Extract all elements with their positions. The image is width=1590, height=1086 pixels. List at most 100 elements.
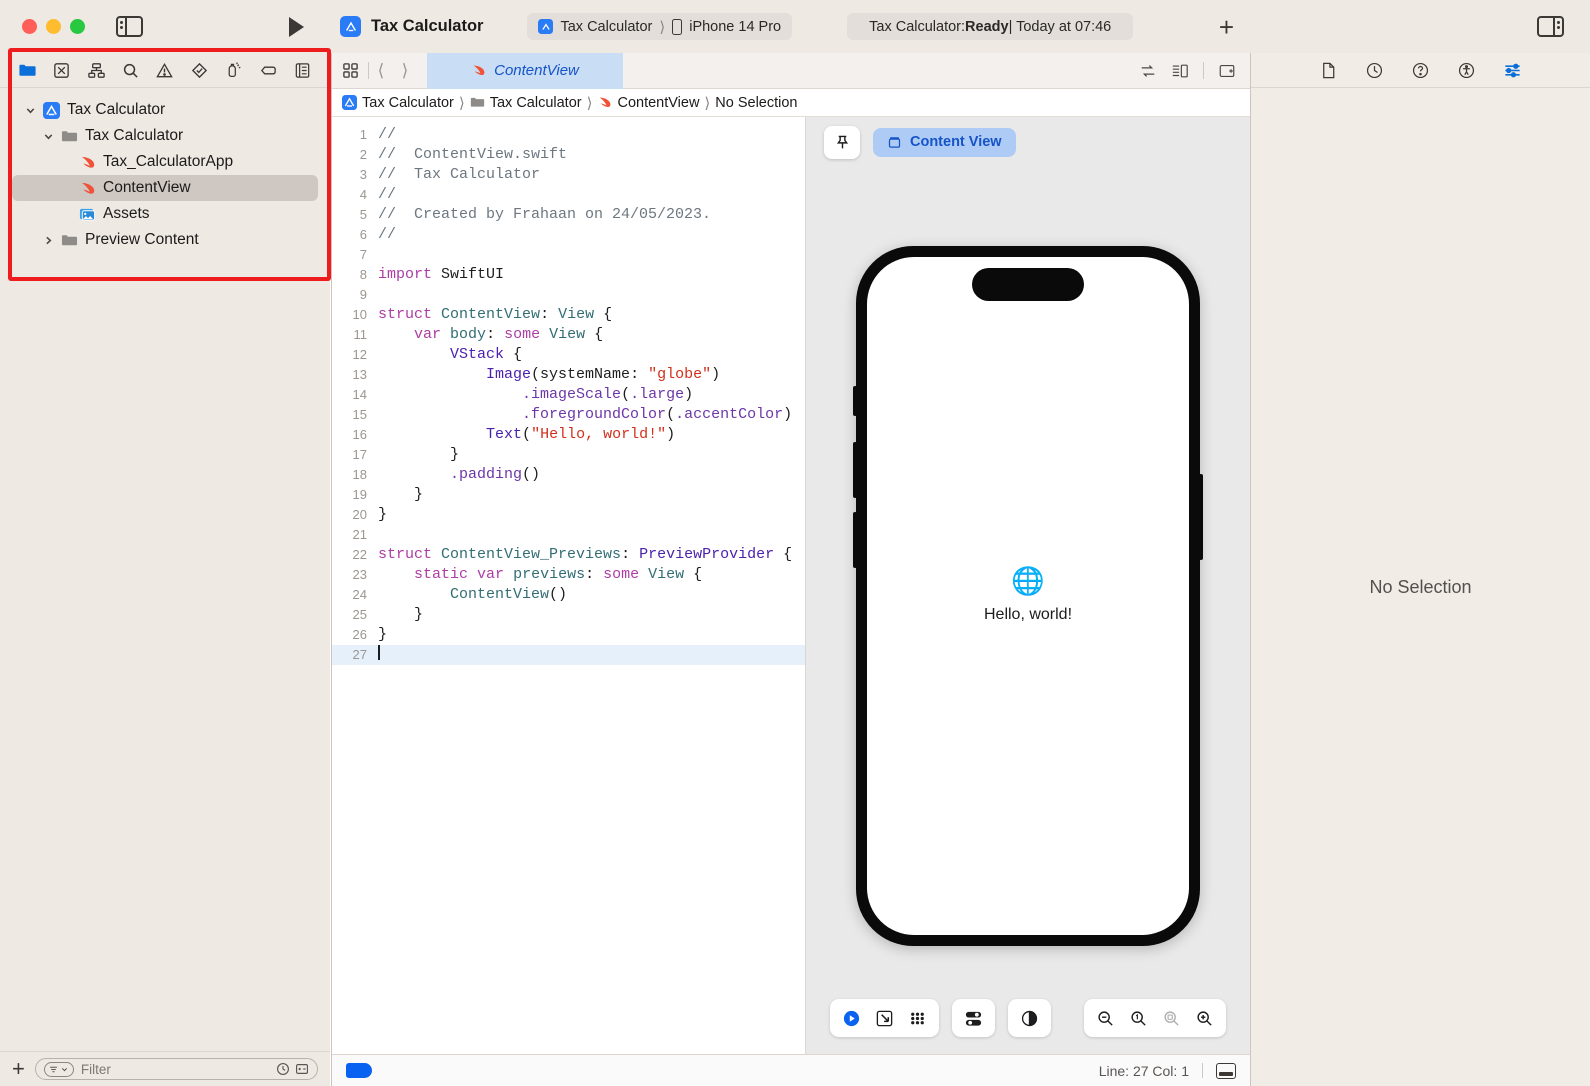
line-number: 10 [352, 307, 367, 322]
code-line[interactable]: 24 ContentView() [332, 585, 805, 605]
toggle-navigator-icon[interactable] [116, 16, 143, 37]
code-line[interactable]: 4 // [332, 185, 805, 205]
navigate-forward-button[interactable]: ⟩ [393, 61, 417, 81]
swift-icon [473, 65, 485, 76]
code-line[interactable]: 21 [332, 525, 805, 545]
code-line[interactable]: 2 // ContentView.swift [332, 145, 805, 165]
report-navigator-icon[interactable] [286, 55, 320, 85]
iphone-14-pro-frame: 🌐 Hello, world! [853, 245, 1203, 946]
tree-row-assets[interactable]: Assets [12, 201, 318, 227]
code-token: "globe" [648, 366, 712, 383]
code-line[interactable]: 9 [332, 285, 805, 305]
code-line[interactable]: 7 [332, 245, 805, 265]
disclosure-down-icon[interactable] [38, 131, 58, 142]
preview-variants-button[interactable] [901, 999, 934, 1037]
minimap-toggle-icon[interactable] [1216, 1062, 1236, 1079]
line-number: 19 [352, 487, 367, 502]
code-line[interactable]: 12 VStack { [332, 345, 805, 365]
breadcrumb-item-file[interactable]: ContentView [597, 95, 699, 111]
navigator-filter-bar: + Filter [0, 1051, 330, 1086]
toggle-inspector-icon[interactable] [1537, 16, 1564, 37]
pin-icon [836, 135, 848, 148]
debug-navigator-icon[interactable] [217, 55, 251, 85]
tree-row-group[interactable]: Tax Calculator [12, 123, 318, 149]
add-file-button[interactable]: + [12, 1058, 25, 1080]
activity-status-bar[interactable]: Tax Calculator: Ready | Today at 07:46 [847, 13, 1134, 40]
jump-bar-indicator[interactable] [346, 1063, 372, 1078]
breadcrumb-item-group[interactable]: Tax Calculator [470, 95, 582, 111]
navigate-back-button[interactable]: ⟨ [369, 61, 393, 81]
code-line[interactable]: 16 Text("Hello, world!") [332, 425, 805, 445]
code-line[interactable]: 20} [332, 505, 805, 525]
breadcrumb-item-selection[interactable]: No Selection [715, 95, 797, 111]
add-editor-button[interactable]: + [1219, 14, 1234, 40]
minimize-window-button[interactable] [46, 19, 61, 34]
editor-tab-label: ContentView [494, 62, 579, 79]
project-navigator-icon[interactable] [10, 55, 44, 85]
close-window-button[interactable] [22, 19, 37, 34]
code-line[interactable]: 25 } [332, 605, 805, 625]
code-line[interactable]: 13 Image(systemName: "globe") [332, 365, 805, 385]
breadcrumb-item-project[interactable]: Tax Calculator [342, 95, 454, 111]
disclosure-down-icon[interactable] [20, 105, 40, 116]
attributes-inspector-icon[interactable] [1490, 55, 1536, 85]
code-line[interactable]: 17 } [332, 445, 805, 465]
quick-help-inspector-icon[interactable] [1398, 55, 1444, 85]
device-screen[interactable]: 🌐 Hello, world! [867, 256, 1189, 935]
issue-navigator-icon[interactable] [148, 55, 182, 85]
editor-tab-contentview[interactable]: ContentView [427, 52, 623, 89]
code-line[interactable]: 27 [332, 645, 805, 665]
scheme-destination-selector[interactable]: Tax Calculator ⟩ iPhone 14 Pro [527, 13, 793, 40]
code-line[interactable]: 15 .foregroundColor(.accentColor) [332, 405, 805, 425]
code-line[interactable]: 23 static var previews: some View { [332, 565, 805, 585]
symbol-navigator-icon[interactable] [79, 55, 113, 85]
code-line-text: Image(systemName: "globe") [378, 365, 720, 385]
preview-select-button[interactable] [868, 999, 901, 1037]
tree-row-file-contentview[interactable]: ContentView [12, 175, 318, 201]
preview-variant-content-view[interactable]: Content View [873, 127, 1016, 157]
run-button[interactable] [289, 16, 304, 37]
filter-scope-icon[interactable] [43, 1061, 74, 1077]
scheme-separator-icon: ⟩ [659, 18, 666, 36]
disclosure-right-icon[interactable] [38, 235, 58, 246]
zoom-out-button[interactable] [1089, 999, 1122, 1037]
code-line[interactable]: 6 // [332, 225, 805, 245]
zoom-window-button[interactable] [70, 19, 85, 34]
code-line[interactable]: 26} [332, 625, 805, 645]
preview-play-button[interactable] [835, 999, 868, 1037]
filter-field[interactable]: Filter [34, 1058, 318, 1080]
zoom-actual-size-button[interactable] [1122, 999, 1155, 1037]
code-line[interactable]: 5 // Created by Frahaan on 24/05/2023. [332, 205, 805, 225]
pin-preview-button[interactable] [824, 125, 860, 159]
tree-row-file-app[interactable]: Tax_CalculatorApp [12, 149, 318, 175]
code-line[interactable]: 14 .imageScale(.large) [332, 385, 805, 405]
line-number: 24 [352, 587, 367, 602]
editor-options-icon[interactable] [332, 62, 368, 79]
code-line[interactable]: 10 struct ContentView: View { [332, 305, 805, 325]
code-line[interactable]: 3 // Tax Calculator [332, 165, 805, 185]
code-line[interactable]: 19 } [332, 485, 805, 505]
preview-device-settings-button[interactable] [957, 999, 990, 1037]
history-inspector-icon[interactable] [1352, 55, 1398, 85]
zoom-in-button[interactable] [1188, 999, 1221, 1037]
app-icon [40, 101, 62, 119]
code-line[interactable]: 1 // [332, 125, 805, 145]
code-token: ) [684, 386, 694, 403]
code-token: .padding [450, 466, 523, 483]
tree-row-project[interactable]: Tax Calculator [12, 97, 318, 123]
find-navigator-icon[interactable] [113, 55, 147, 85]
code-line[interactable]: 11 var body: some View { [332, 325, 805, 345]
code-line[interactable]: 8 import SwiftUI [332, 265, 805, 285]
code-token: () [549, 586, 568, 603]
breakpoint-navigator-icon[interactable] [251, 55, 285, 85]
preview-appearance-button[interactable] [1013, 999, 1046, 1037]
file-inspector-icon[interactable] [1306, 55, 1352, 85]
test-navigator-icon[interactable] [182, 55, 216, 85]
source-code-editor[interactable]: 1 // 2 // ContentView.swift 3 // Tax Calculat… [332, 117, 806, 1054]
code-line[interactable]: 18 .padding() [332, 465, 805, 485]
code-line[interactable]: 22 struct ContentView_Previews: PreviewPr… [332, 545, 805, 565]
source-control-navigator-icon[interactable] [44, 55, 78, 85]
accessibility-inspector-icon[interactable] [1444, 55, 1490, 85]
tree-row-preview-content[interactable]: Preview Content [12, 227, 318, 253]
zoom-to-fit-button[interactable] [1155, 999, 1188, 1037]
